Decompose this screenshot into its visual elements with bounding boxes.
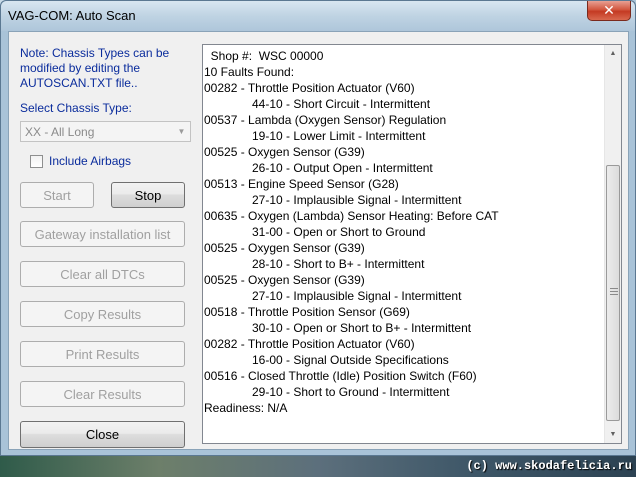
fault-detail-line: 26-10 - Output Open - Intermittent: [252, 161, 433, 175]
result-line: 00525 - Oxygen Sensor (G39): [204, 241, 365, 255]
result-line: 00516 - Closed Throttle (Idle) Position …: [204, 369, 477, 383]
scroll-up-arrow-icon[interactable]: ▲: [605, 45, 621, 62]
watermark: (c) www.skodafelicia.ru: [466, 459, 632, 473]
window-client-area: Note: Chassis Types can be modified by e…: [8, 31, 629, 450]
fault-detail-line: 29-10 - Short to Ground - Intermittent: [252, 385, 450, 399]
note-line-2: modified by editing the: [20, 61, 141, 75]
scan-results-textbox[interactable]: Shop #: WSC 00000 10 Faults Found: 00282 -…: [202, 44, 622, 444]
clear-all-dtcs-button[interactable]: Clear all DTCs: [20, 261, 185, 287]
note-line-1: Note: Chassis Types can be: [20, 46, 170, 60]
stop-button[interactable]: Stop: [111, 182, 185, 208]
fault-detail-line: 31-00 - Open or Short to Ground: [252, 225, 426, 239]
result-line: 00282 - Throttle Position Actuator (V60): [204, 81, 415, 95]
chassis-note: Note: Chassis Types can be modified by e…: [20, 46, 200, 91]
scrollbar-thumb[interactable]: [606, 165, 620, 421]
gateway-installation-list-button[interactable]: Gateway installation list: [20, 221, 185, 247]
result-line: 00513 - Engine Speed Sensor (G28): [204, 177, 399, 191]
window-title: VAG-COM: Auto Scan: [8, 8, 136, 23]
fault-detail-line: 28-10 - Short to B+ - Intermittent: [252, 257, 425, 271]
result-line: Readiness: N/A: [204, 401, 288, 415]
chassis-type-value: XX - All Long: [25, 125, 95, 139]
grip-line: [610, 288, 618, 289]
select-chassis-label: Select Chassis Type:: [20, 101, 132, 115]
result-line: 00518 - Throttle Position Sensor (G69): [204, 305, 410, 319]
chassis-type-select[interactable]: XX - All Long ▼: [20, 121, 191, 142]
scan-results-text: Shop #: WSC 00000 10 Faults Found: 00282 -…: [204, 48, 606, 416]
clear-results-button[interactable]: Clear Results: [20, 381, 185, 407]
grip-line: [610, 291, 618, 292]
scroll-down-arrow-icon[interactable]: ▼: [605, 426, 621, 443]
fault-detail-line: 44-10 - Short Circuit - Intermittent: [252, 97, 431, 111]
window-close-button[interactable]: ✕: [587, 1, 631, 21]
include-airbags-checkbox[interactable]: [30, 154, 43, 168]
results-scrollbar[interactable]: ▲ ▼: [604, 45, 621, 443]
fault-detail-line: 16-00 - Signal Outside Specifications: [252, 353, 449, 367]
result-line: 00525 - Oxygen Sensor (G39): [204, 145, 365, 159]
chevron-down-icon[interactable]: ▼: [173, 122, 190, 141]
start-button[interactable]: Start: [20, 182, 94, 208]
result-line: 00282 - Throttle Position Actuator (V60): [204, 337, 415, 351]
result-line: Shop #: WSC 00000: [204, 49, 324, 63]
include-airbags-option[interactable]: Include Airbags: [30, 154, 131, 168]
result-line: 00537 - Lambda (Oxygen Sensor) Regulatio…: [204, 113, 447, 127]
fault-detail-line: 27-10 - Implausible Signal - Intermitten…: [252, 193, 462, 207]
fault-detail-line: 19-10 - Lower Limit - Intermittent: [252, 129, 426, 143]
title-bar[interactable]: VAG-COM: Auto Scan ✕: [1, 1, 635, 31]
grip-line: [610, 294, 618, 295]
close-icon: ✕: [603, 2, 615, 19]
print-results-button[interactable]: Print Results: [20, 341, 185, 367]
fault-detail-line: 30-10 - Open or Short to B+ - Intermitte…: [252, 321, 472, 335]
autoscan-window: VAG-COM: Auto Scan ✕ Note: Chassis Types…: [0, 0, 636, 456]
copy-results-button[interactable]: Copy Results: [20, 301, 185, 327]
include-airbags-label[interactable]: Include Airbags: [49, 154, 131, 168]
fault-detail-line: 27-10 - Implausible Signal - Intermitten…: [252, 289, 462, 303]
result-line: 00525 - Oxygen Sensor (G39): [204, 273, 365, 287]
result-line: 10 Faults Found:: [204, 65, 295, 79]
close-button[interactable]: Close: [20, 421, 185, 448]
note-line-3: AUTOSCAN.TXT file..: [20, 76, 138, 90]
result-line: 00635 - Oxygen (Lambda) Sensor Heating: …: [204, 209, 499, 223]
